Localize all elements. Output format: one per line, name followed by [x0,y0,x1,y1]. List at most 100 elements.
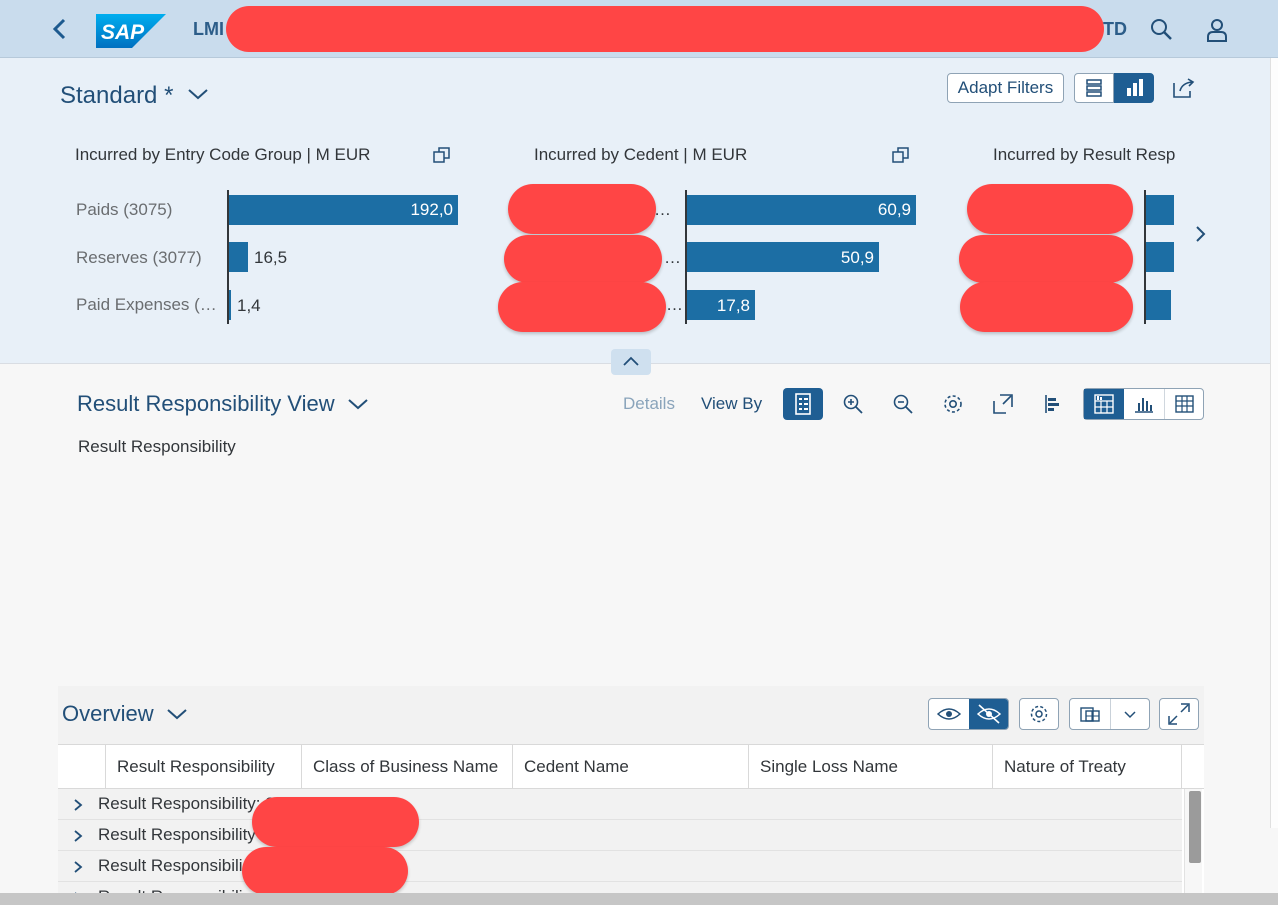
show-button[interactable] [929,699,969,729]
export-icon [1080,707,1100,722]
table-only-button[interactable] [1164,389,1204,419]
share-icon[interactable] [1170,75,1198,103]
row-label: Result Responsibility [98,825,256,844]
variant-title[interactable]: Standard * [60,82,173,110]
dimension-label: Result Responsibility [78,437,236,456]
truncated-label: … [654,200,671,219]
bar-chart-icon [1135,398,1153,413]
bar-data-label: 60,9 [877,200,911,219]
table-row[interactable]: Result Responsibility: 3073 - OSNA… [58,789,1182,820]
row-label: Result Responsibili [98,856,243,875]
hide-button[interactable] [969,699,1008,729]
zoom-in-icon[interactable] [840,391,866,417]
bar-data-label: 192,0 [410,200,453,219]
eye-slash-icon [976,704,1002,724]
redaction [504,235,662,283]
details-link[interactable]: Details [623,394,675,414]
bar-chart-icon [1127,79,1143,96]
view-by-button[interactable]: View By [701,394,762,414]
legend-toggle-button[interactable] [783,388,823,420]
redaction [498,282,666,332]
truncated-label: … [664,248,681,267]
bar[interactable] [229,242,248,272]
redaction [226,6,1104,52]
bar-data-label: 50,9 [840,248,874,267]
search-icon[interactable] [1148,16,1176,44]
truncated-label: … [666,295,683,314]
chevron-down-icon[interactable] [346,394,370,414]
bar[interactable] [1146,290,1171,320]
back-icon[interactable] [46,14,74,44]
chevron-right-icon[interactable] [70,828,86,844]
app-title-end: TD [1103,19,1127,39]
overview-table: Result Responsibility Class of Business … [58,744,1204,905]
chevron-right-icon[interactable] [70,797,86,813]
vertical-scrollbar[interactable] [1184,789,1202,905]
category-label[interactable]: Paid Expenses (… [76,295,217,315]
zoom-out-icon[interactable] [890,391,916,417]
category-label[interactable]: Paids (3075) [76,200,172,220]
sort-icon[interactable] [1040,391,1066,417]
bar-data-label: 17,8 [716,296,750,315]
gear-icon [1030,705,1048,723]
redaction [242,847,408,895]
bar-data-label: 1,4 [237,296,261,315]
bar-data-label: 16,5 [254,248,288,267]
bar[interactable] [1146,195,1174,225]
filter-chart-view-button[interactable] [1114,73,1154,103]
gear-icon[interactable] [940,391,966,417]
chart-title-cedent: Incurred by Cedent | M EUR [534,145,748,164]
user-icon[interactable] [1203,16,1231,44]
column-header[interactable]: Single Loss Name [749,745,993,788]
legend-icon [795,393,811,415]
adapt-filters-button[interactable]: Adapt Filters [947,73,1064,103]
chart-title-entry-code: Incurred by Entry Code Group | M EUR [75,145,371,164]
popout-icon[interactable] [891,145,911,165]
chevron-right-icon[interactable] [70,859,86,875]
chevron-up-icon [623,356,639,366]
redaction [967,184,1133,234]
redaction [252,797,419,847]
eye-icon [936,708,962,720]
visibility-toggle [928,698,1009,730]
chart-and-table-button[interactable] [1084,389,1124,419]
filter-list-view-button[interactable] [1074,73,1114,103]
redaction [960,282,1133,332]
chart-table-toggle [1083,388,1204,420]
column-header[interactable]: Class of Business Name [302,745,513,788]
select-column-header[interactable] [58,745,106,788]
shell-bar: SAP LMI TD [0,0,1278,58]
window-bottom-edge [0,893,1278,905]
column-header[interactable]: Result Responsibility [106,745,302,788]
category-label[interactable]: Reserves (3077) [76,248,202,268]
window-edge [1270,58,1278,828]
table-icon [1175,395,1194,413]
bar[interactable] [229,290,231,320]
sap-logo[interactable]: SAP [96,14,166,48]
chevron-down-icon[interactable] [165,704,189,724]
redaction [959,235,1133,283]
chevron-down-icon[interactable] [186,84,210,104]
view-title[interactable]: Result Responsibility View [77,391,335,417]
bar[interactable] [1146,242,1174,272]
collapse-header-button[interactable] [611,349,651,375]
fullscreen-icon[interactable] [990,391,1016,417]
chevron-right-icon[interactable] [1190,222,1210,246]
scrollbar-thumb[interactable] [1189,791,1201,863]
svg-text:SAP: SAP [101,21,145,44]
table-row[interactable]: Result Responsibility [58,820,1182,851]
export-menu-button[interactable] [1069,698,1150,730]
column-header[interactable]: Cedent Name [513,745,749,788]
chevron-down-icon [1124,711,1136,719]
fullscreen-button[interactable] [1159,698,1199,730]
column-header[interactable]: Nature of Treaty [993,745,1182,788]
popout-icon[interactable] [432,145,452,165]
chart-table-icon [1094,394,1114,414]
fullscreen-icon [1168,703,1190,725]
table-settings-button[interactable] [1019,698,1059,730]
table-row[interactable]: Result Responsibili [58,851,1182,882]
overview-title[interactable]: Overview [62,701,154,727]
chart-only-button[interactable] [1124,389,1164,419]
redaction [508,184,656,234]
list-icon [1086,79,1102,97]
